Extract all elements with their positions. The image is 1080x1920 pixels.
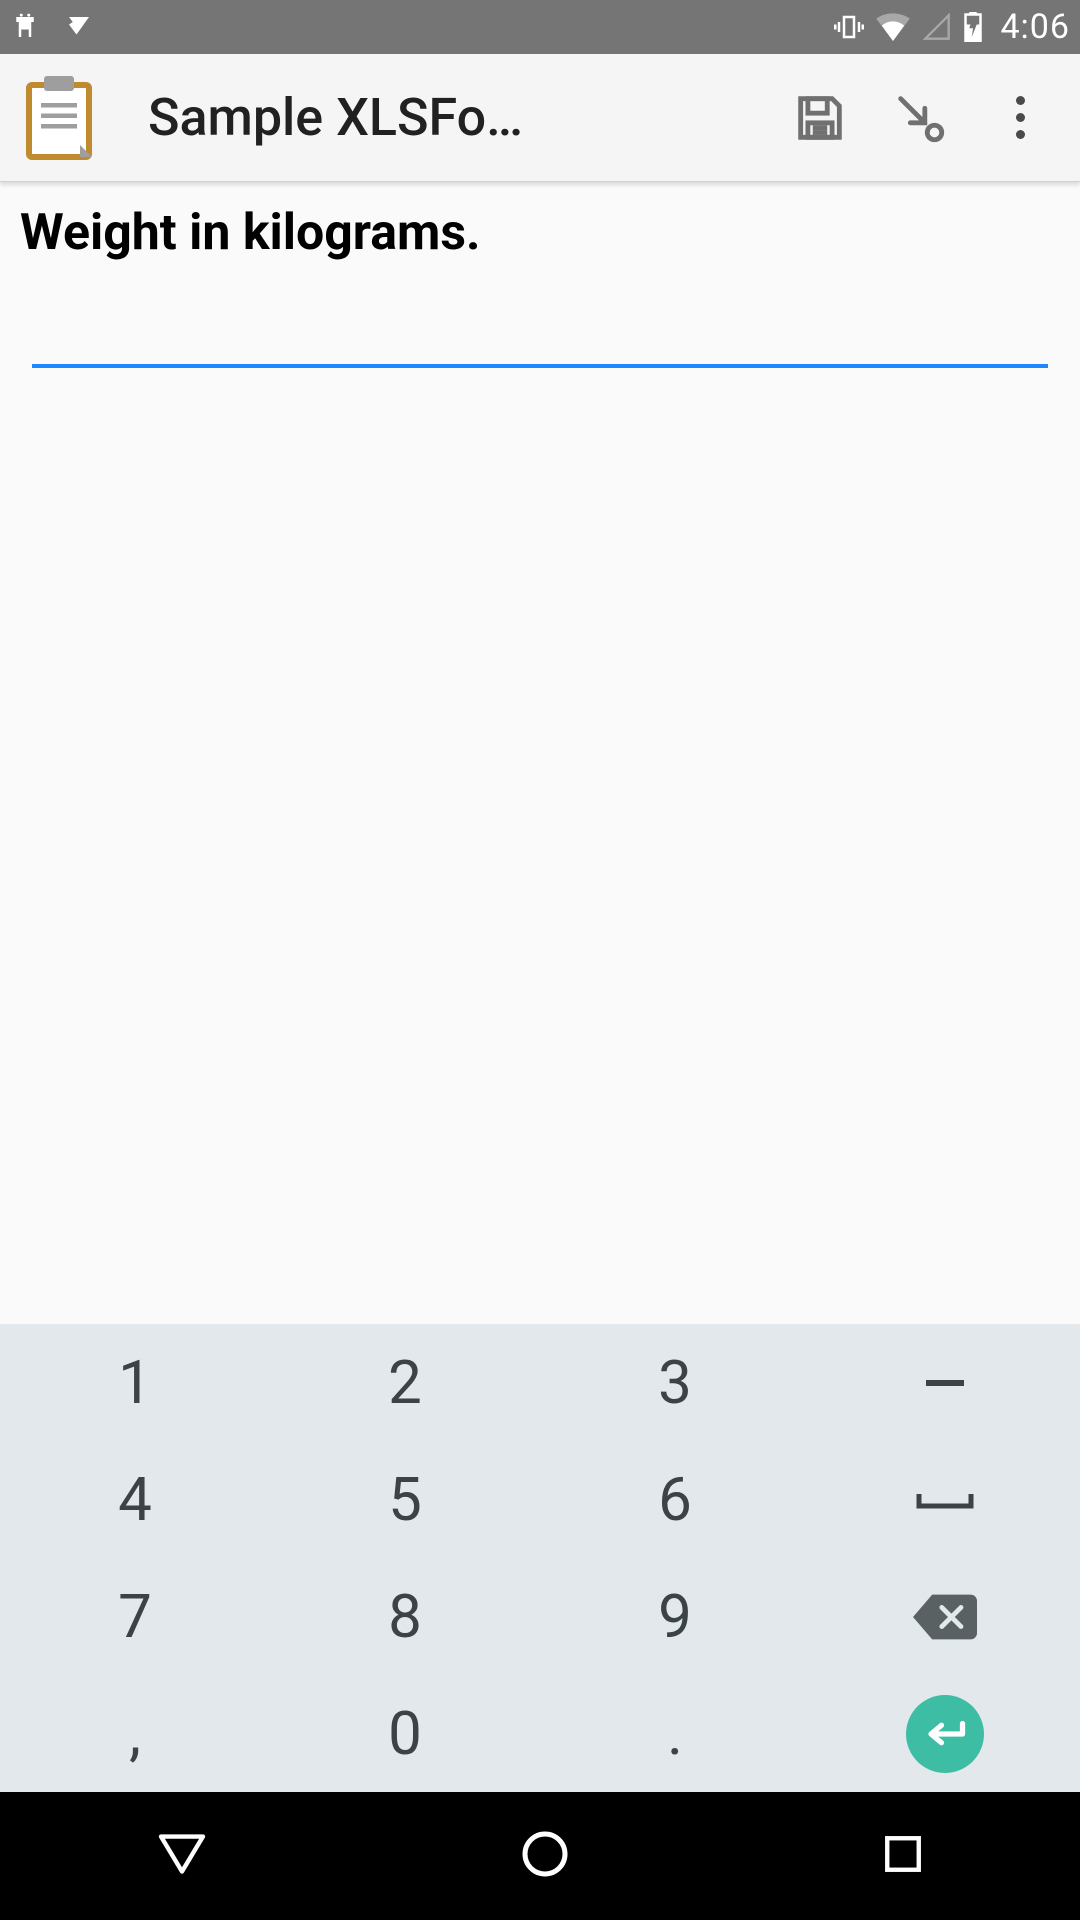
weight-input[interactable]: [32, 292, 1048, 368]
content-area: Weight in kilograms.: [0, 182, 1080, 390]
nav-recent-button[interactable]: [882, 1833, 924, 1879]
app-title: Sample XLSFo…: [148, 87, 756, 148]
key-space[interactable]: [810, 1441, 1080, 1558]
debug-icon: [10, 12, 40, 42]
key-comma[interactable]: ,: [0, 1675, 270, 1792]
key-6[interactable]: 6: [540, 1441, 810, 1558]
overflow-menu-button[interactable]: [984, 82, 1056, 154]
key-8[interactable]: 8: [270, 1558, 540, 1675]
cell-signal-icon: [922, 13, 952, 41]
battery-charging-icon: [964, 12, 982, 42]
goto-button[interactable]: [884, 82, 956, 154]
wifi-icon: [876, 13, 910, 41]
nav-home-button[interactable]: [521, 1830, 569, 1882]
key-9[interactable]: 9: [540, 1558, 810, 1675]
nav-back-button[interactable]: [156, 1833, 208, 1879]
key-2[interactable]: 2: [270, 1324, 540, 1441]
key-period[interactable]: .: [540, 1675, 810, 1792]
key-3[interactable]: 3: [540, 1324, 810, 1441]
key-5[interactable]: 5: [270, 1441, 540, 1558]
app-icon-clipboard: [16, 75, 102, 161]
key-0[interactable]: 0: [270, 1675, 540, 1792]
key-4[interactable]: 4: [0, 1441, 270, 1558]
key-backspace[interactable]: [810, 1558, 1080, 1675]
vibrate-icon: [834, 12, 864, 42]
key-minus[interactable]: [810, 1324, 1080, 1441]
key-enter[interactable]: [810, 1675, 1080, 1792]
save-button[interactable]: [784, 82, 856, 154]
android-statusbar: 4:06: [0, 0, 1080, 54]
app-toolbar: Sample XLSFo…: [0, 54, 1080, 182]
numeric-keyboard: 1 2 3 4 5 6 7 8 9 , 0 .: [0, 1324, 1080, 1792]
key-1[interactable]: 1: [0, 1324, 270, 1441]
checkmark-notification-icon: [64, 12, 94, 42]
android-navbar: [0, 1792, 1080, 1920]
statusbar-clock: 4:06: [1000, 7, 1070, 47]
question-prompt: Weight in kilograms.: [20, 204, 1060, 262]
key-7[interactable]: 7: [0, 1558, 270, 1675]
